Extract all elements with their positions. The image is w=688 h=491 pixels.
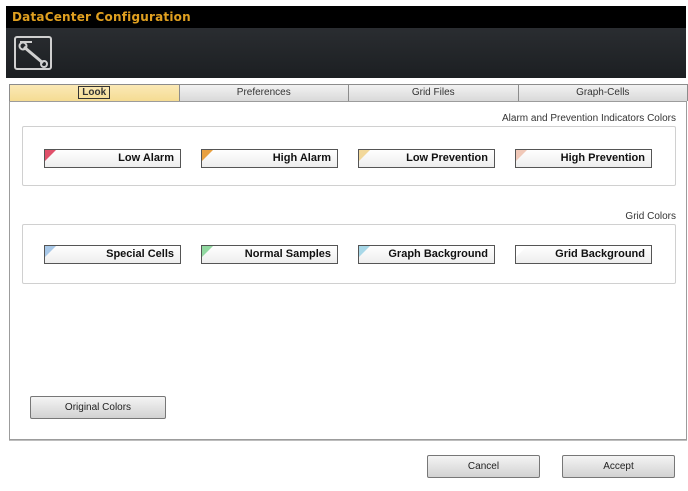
- low-prevention-swatch: [359, 150, 370, 161]
- high-prevention-label: High Prevention: [560, 152, 645, 164]
- low-prevention-button[interactable]: Low Prevention: [358, 149, 495, 168]
- low-alarm-swatch: [45, 150, 56, 161]
- low-alarm-label: Low Alarm: [118, 152, 174, 164]
- special-cells-button[interactable]: Special Cells: [44, 245, 181, 264]
- window-title: DataCenter Configuration: [12, 10, 191, 24]
- accept-button[interactable]: Accept: [562, 455, 675, 478]
- high-alarm-swatch: [202, 150, 213, 161]
- tab-look-label: Look: [78, 86, 111, 99]
- header-band: [6, 28, 686, 78]
- special-cells-label: Special Cells: [106, 248, 174, 260]
- grid-background-swatch: [516, 246, 527, 257]
- high-prevention-swatch: [516, 150, 527, 161]
- original-colors-button[interactable]: Original Colors: [30, 396, 166, 419]
- footer-divider: [9, 440, 687, 441]
- special-cells-swatch: [45, 246, 56, 257]
- alarm-colors-heading: Alarm and Prevention Indicators Colors: [502, 113, 676, 124]
- graph-background-button[interactable]: Graph Background: [358, 245, 495, 264]
- high-alarm-button[interactable]: High Alarm: [201, 149, 338, 168]
- graph-background-label: Graph Background: [388, 248, 488, 260]
- graph-background-swatch: [359, 246, 370, 257]
- grid-background-button[interactable]: Grid Background: [515, 245, 652, 264]
- low-alarm-button[interactable]: Low Alarm: [44, 149, 181, 168]
- tab-look[interactable]: Look: [9, 84, 180, 101]
- tab-graph-cells[interactable]: Graph-Cells: [517, 84, 688, 101]
- normal-samples-label: Normal Samples: [244, 248, 331, 260]
- tab-preferences[interactable]: Preferences: [178, 84, 349, 101]
- normal-samples-button[interactable]: Normal Samples: [201, 245, 338, 264]
- grid-background-label: Grid Background: [555, 248, 645, 260]
- cancel-button[interactable]: Cancel: [427, 455, 540, 478]
- tab-bar: Look Preferences Grid Files Graph-Cells: [9, 84, 688, 101]
- high-prevention-button[interactable]: High Prevention: [515, 149, 652, 168]
- normal-samples-swatch: [202, 246, 213, 257]
- high-alarm-label: High Alarm: [272, 152, 331, 164]
- tab-grid-files[interactable]: Grid Files: [348, 84, 519, 101]
- grid-colors-heading: Grid Colors: [625, 211, 676, 222]
- title-bar: DataCenter Configuration: [6, 6, 686, 28]
- wrench-icon: [14, 36, 52, 70]
- low-prevention-label: Low Prevention: [406, 152, 488, 164]
